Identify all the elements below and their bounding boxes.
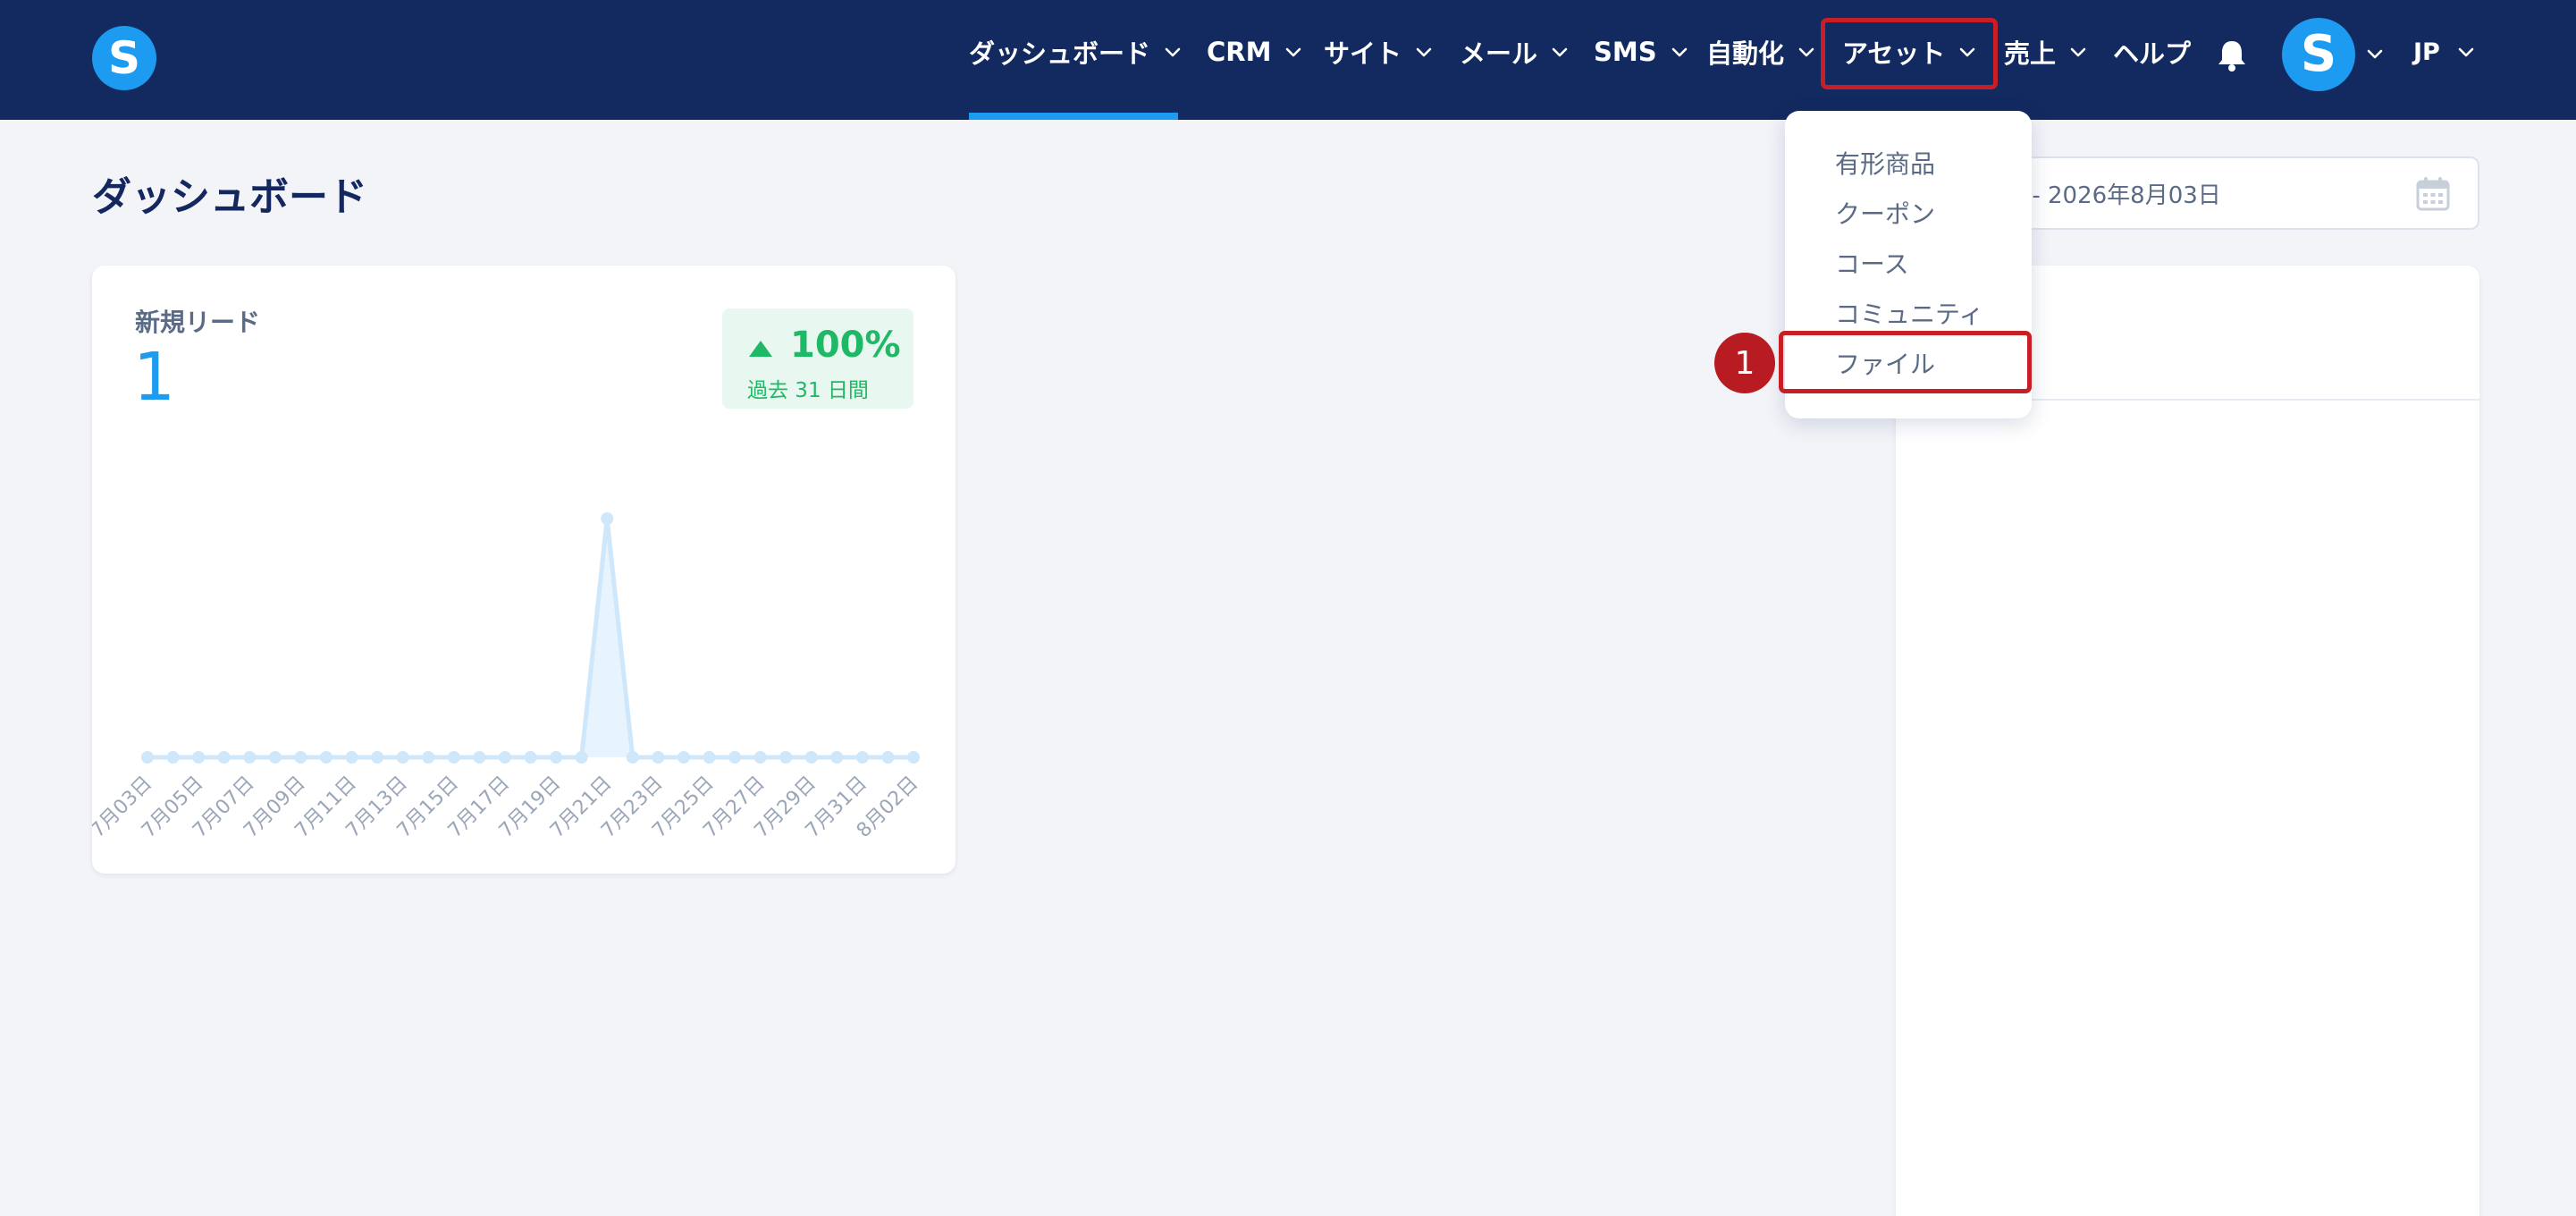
nav-dashboard[interactable]: ダッシュボード	[969, 27, 1183, 77]
nav-sms[interactable]: SMS	[1594, 27, 1689, 77]
chevron-down-icon	[1552, 47, 1568, 57]
nav-automation-label: 自動化	[1706, 38, 1785, 69]
calendar-icon	[2416, 177, 2450, 211]
assets-nav-highlight	[1821, 18, 1998, 89]
data-point[interactable]	[652, 751, 665, 764]
nav-sales[interactable]: 売上	[2004, 27, 2088, 77]
menu-item-physical-products[interactable]: 有形商品	[1835, 145, 1935, 181]
series-area	[147, 519, 913, 757]
files-item-highlight	[1779, 331, 2032, 393]
data-point[interactable]	[243, 751, 257, 764]
data-point[interactable]	[268, 751, 282, 764]
bell-icon[interactable]	[2213, 38, 2251, 73]
nav-site[interactable]: サイト	[1324, 27, 1434, 77]
data-point[interactable]	[728, 751, 742, 764]
data-point[interactable]	[217, 751, 231, 764]
data-point[interactable]	[575, 751, 588, 764]
nav-site-label: サイト	[1324, 38, 1402, 69]
data-point[interactable]	[881, 751, 895, 764]
data-point[interactable]	[779, 751, 793, 764]
new-leads-card: 新規リード 1 100% 過去 31 日間 7月03日 7月05日 7月07日 7月0…	[92, 266, 955, 874]
nav-sms-label: SMS	[1594, 37, 1657, 67]
nav-help[interactable]: ヘルプ	[2113, 27, 2191, 77]
nav-crm[interactable]: CRM	[1207, 27, 1303, 77]
data-point[interactable]	[498, 751, 511, 764]
data-point[interactable]	[626, 751, 639, 764]
chevron-down-icon	[1286, 47, 1301, 57]
data-point[interactable]	[396, 751, 409, 764]
data-point[interactable]	[371, 751, 384, 764]
logo-letter: S	[107, 32, 140, 84]
step-marker: 1	[1714, 333, 1775, 393]
active-nav-indicator	[969, 113, 1178, 120]
data-point[interactable]	[473, 751, 486, 764]
chevron-down-icon	[1671, 47, 1687, 57]
data-point[interactable]	[703, 751, 716, 764]
nav-sales-label: 売上	[2004, 38, 2057, 69]
data-point[interactable]	[830, 751, 844, 764]
chevron-down-icon	[1416, 47, 1432, 57]
nav-crm-label: CRM	[1207, 37, 1272, 67]
chevron-down-icon	[1165, 47, 1181, 57]
data-point[interactable]	[753, 751, 767, 764]
app-logo[interactable]: S	[92, 26, 156, 90]
data-point[interactable]	[166, 751, 180, 764]
top-navbar: S ダッシュボード CRM サイト メール SMS 自動化 アセット 売上 ヘル…	[0, 0, 2576, 120]
data-point[interactable]	[550, 751, 563, 764]
chevron-down-icon	[2070, 47, 2086, 57]
nav-mail-label: メール	[1460, 38, 1538, 69]
data-point[interactable]	[192, 751, 206, 764]
chevron-down-icon	[2458, 47, 2474, 57]
nav-help-label: ヘルプ	[2113, 38, 2192, 69]
data-point[interactable]	[677, 751, 690, 764]
nav-dashboard-label: ダッシュボード	[969, 38, 1151, 69]
chevron-down-icon[interactable]	[2365, 44, 2385, 63]
series-line	[147, 516, 913, 760]
data-point[interactable]	[907, 751, 920, 764]
language-label: JP	[2413, 38, 2440, 66]
data-point[interactable]	[422, 751, 435, 764]
data-point[interactable]	[524, 751, 537, 764]
nav-automation[interactable]: 自動化	[1706, 27, 1816, 77]
leads-chart: 7月03日7月05日7月07日7月09日7月11日7月13日7月15日7月17日…	[92, 512, 922, 842]
data-point[interactable]	[855, 751, 869, 764]
menu-item-community[interactable]: コミュニティ	[1835, 295, 1983, 331]
data-point[interactable]	[294, 751, 307, 764]
language-selector[interactable]: JP	[2413, 27, 2476, 77]
avatar-letter: S	[2300, 25, 2337, 83]
chevron-down-icon	[1798, 47, 1814, 57]
menu-item-coupons[interactable]: クーポン	[1835, 195, 1935, 231]
data-point[interactable]	[141, 751, 154, 764]
data-point[interactable]	[345, 751, 358, 764]
data-point[interactable]	[601, 512, 614, 525]
page-title: ダッシュボード	[92, 174, 367, 220]
menu-item-courses[interactable]: コース	[1835, 245, 1909, 281]
nav-mail[interactable]: メール	[1460, 27, 1570, 77]
data-point[interactable]	[319, 751, 333, 764]
user-avatar[interactable]: S	[2282, 18, 2355, 91]
data-point[interactable]	[447, 751, 460, 764]
data-point[interactable]	[804, 751, 818, 764]
